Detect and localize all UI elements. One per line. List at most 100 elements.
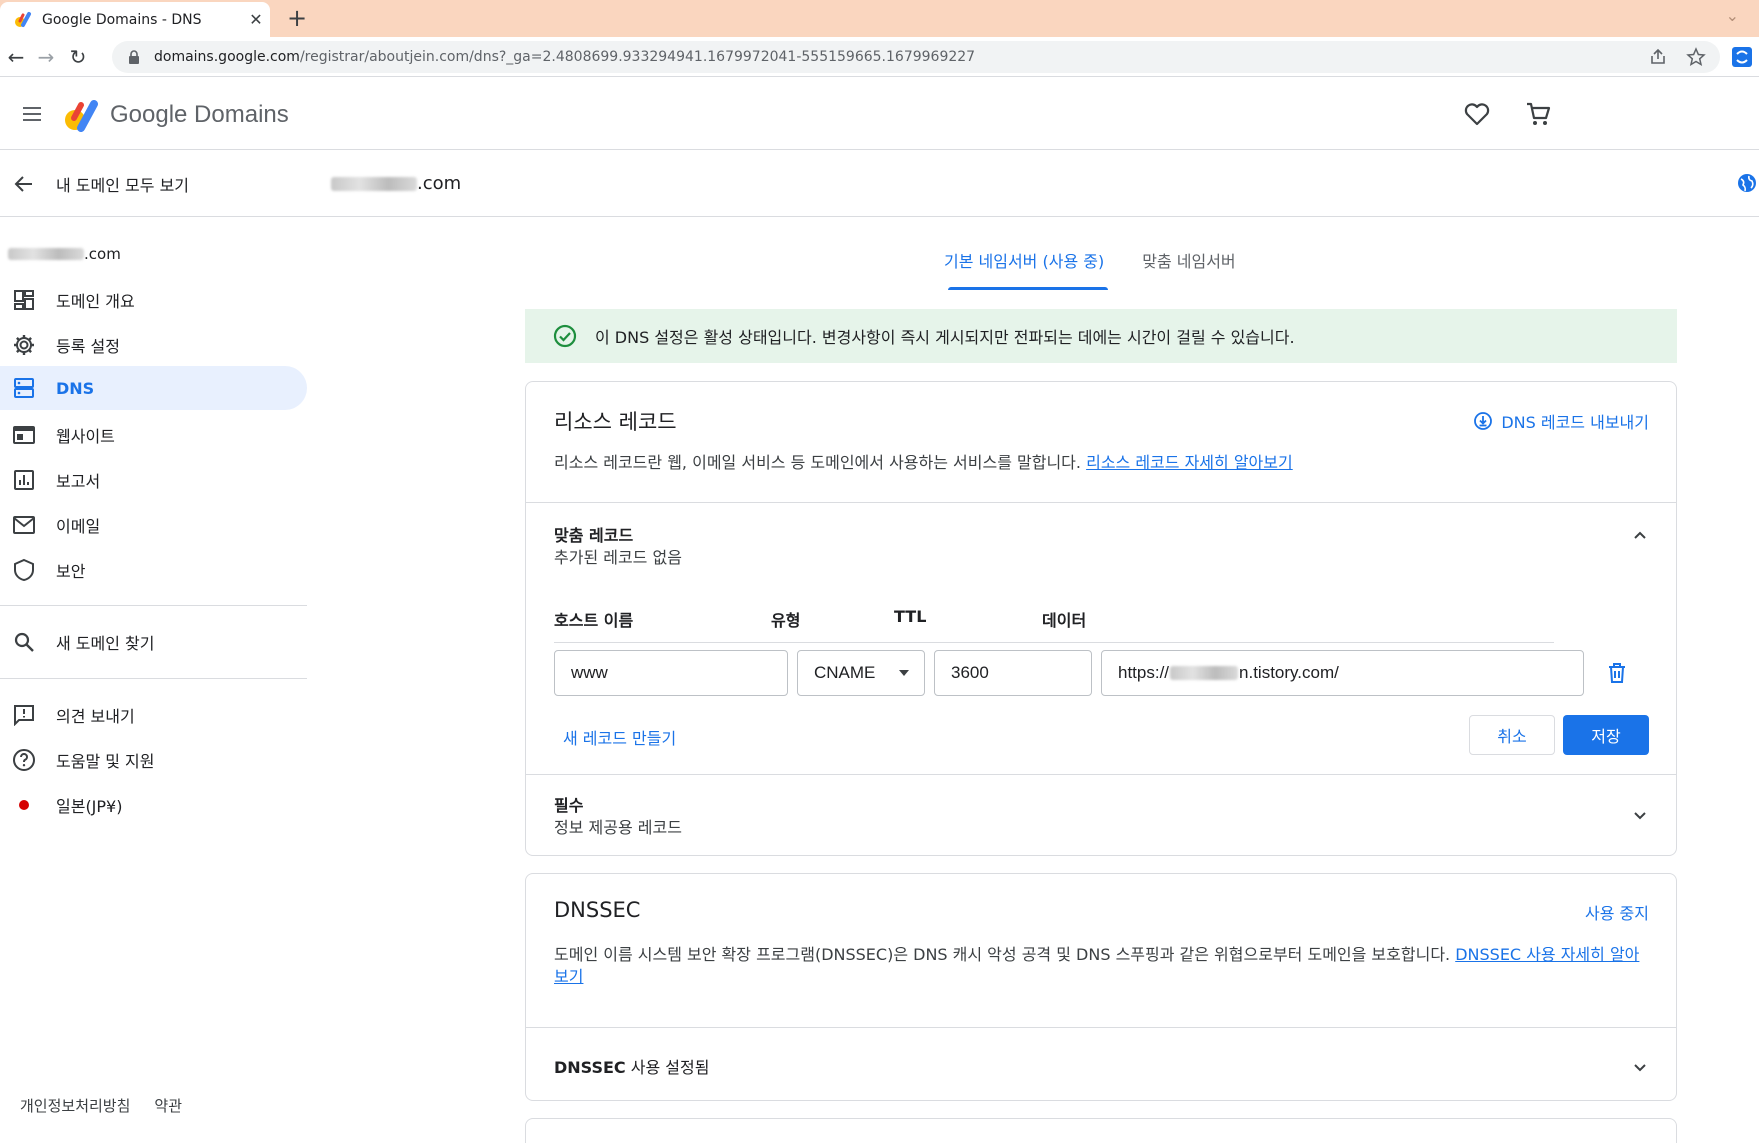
japan-flag-icon <box>12 793 36 817</box>
reload-icon[interactable]: ↻ <box>66 45 90 69</box>
header-divider <box>554 642 1554 643</box>
address-bar[interactable]: domains.google.com/registrar/aboutjein.c… <box>112 41 1720 73</box>
redacted-data-blur <box>1170 666 1239 680</box>
custom-records-title: 맞춤 레코드 <box>554 526 634 545</box>
back-arrow-icon <box>14 175 32 192</box>
google-domains-logo[interactable]: Google Domains <box>64 98 289 132</box>
sidebar: 내 도메인 모두 보기 .com 도메인 개요 등록 설정 DNS 웹사이트 보… <box>0 151 307 1143</box>
search-icon <box>12 630 36 654</box>
trash-icon[interactable] <box>1604 660 1630 686</box>
privacy-link[interactable]: 개인정보처리방침 <box>20 1095 130 1116</box>
host-name-input[interactable]: www <box>554 650 788 696</box>
tab-default-nameservers[interactable]: 기본 네임서버 (사용 중) <box>940 248 1109 290</box>
dnssec-title: DNSSEC <box>554 898 641 922</box>
url-text: domains.google.com/registrar/aboutjein.c… <box>154 49 975 65</box>
sidebar-item-region[interactable]: 일본(JP¥) <box>0 783 307 827</box>
dns-active-banner: 이 DNS 설정은 활성 상태입니다. 변경사항이 즉시 게시되지만 전파되는 … <box>525 309 1677 363</box>
save-button[interactable]: 저장 <box>1563 715 1649 755</box>
heart-icon[interactable] <box>1463 100 1491 128</box>
chart-icon <box>12 468 36 492</box>
create-new-record-button[interactable]: 새 레코드 만들기 <box>563 725 676 749</box>
nameserver-tabs: 기본 네임서버 (사용 중) 맞춤 네임서버 <box>940 248 1240 290</box>
bookmark-star-icon[interactable] <box>1686 47 1706 67</box>
export-label: DNS 레코드 내보내기 <box>1501 413 1649 432</box>
export-dns-records-button[interactable]: DNS 레코드 내보내기 <box>1473 409 1649 433</box>
domain-bar: .com <box>307 151 1759 217</box>
sidebar-divider <box>0 605 307 606</box>
record-type-select[interactable]: CNAME <box>797 650 925 696</box>
dnssec-description-text: 도메인 이름 시스템 보안 확장 프로그램(DNSSEC)은 DNS 캐시 악성… <box>554 945 1451 964</box>
back-to-all-domains[interactable]: 내 도메인 모두 보기 <box>0 151 307 217</box>
hamburger-menu-icon[interactable] <box>20 102 44 126</box>
browser-toolbar: ← → ↻ domains.google.com/registrar/about… <box>0 37 1759 77</box>
tab-custom-nameservers[interactable]: 맞춤 네임서버 <box>1138 248 1239 290</box>
forward-arrow-icon[interactable]: → <box>34 45 58 69</box>
redacted-domain-blur <box>8 248 84 260</box>
sidebar-item-website[interactable]: 웹사이트 <box>0 413 307 457</box>
sidebar-item-help[interactable]: 도움말 및 지원 <box>0 738 307 782</box>
shield-icon <box>12 558 36 582</box>
dashboard-icon <box>12 288 36 312</box>
app-header: Google Domains <box>0 78 1759 150</box>
card-divider <box>526 502 1676 503</box>
url-host: domains.google.com <box>154 49 300 65</box>
domain-suffix: .com <box>417 173 462 194</box>
sidebar-item-registration[interactable]: 등록 설정 <box>0 323 307 367</box>
sidebar-item-email[interactable]: 이메일 <box>0 503 307 547</box>
sidebar-item-feedback[interactable]: 의견 보내기 <box>0 693 307 737</box>
close-tab-icon[interactable]: ✕ <box>242 10 270 29</box>
extension-icon[interactable] <box>1731 46 1753 68</box>
cancel-button[interactable]: 취소 <box>1469 715 1555 755</box>
sidebar-domain-name: .com <box>8 245 121 263</box>
sidebar-item-find-domain[interactable]: 새 도메인 찾기 <box>0 620 307 664</box>
chevron-up-icon[interactable] <box>1630 525 1650 545</box>
sidebar-item-reports[interactable]: 보고서 <box>0 458 307 502</box>
mail-icon <box>12 513 36 537</box>
check-circle-icon <box>553 324 577 348</box>
banner-message: 이 DNS 설정은 활성 상태입니다. 변경사항이 즉시 게시되지만 전파되는 … <box>595 328 1295 347</box>
disable-dnssec-button[interactable]: 사용 중지 <box>1585 900 1649 924</box>
column-ttl: TTL <box>894 607 927 626</box>
dnssec-description: 도메인 이름 시스템 보안 확장 프로그램(DNSSEC)은 DNS 캐시 악성… <box>554 944 1654 988</box>
column-host: 호스트 이름 <box>554 611 634 630</box>
browser-tab[interactable]: Google Domains - DNS ✕ <box>0 2 270 37</box>
cart-icon[interactable] <box>1524 100 1552 128</box>
gear-icon <box>12 333 36 357</box>
download-icon <box>1474 412 1493 430</box>
share-icon[interactable] <box>1648 47 1668 67</box>
lock-icon <box>129 50 139 64</box>
dnssec-status: DNSSEC 사용 설정됨 <box>554 1054 709 1078</box>
logo-text: Google Domains <box>110 101 289 128</box>
dnssec-card: DNSSEC 사용 중지 도메인 이름 시스템 보안 확장 프로그램(DNSSE… <box>525 873 1677 1101</box>
sidebar-item-label: 이메일 <box>56 517 101 536</box>
learn-more-resource-records-link[interactable]: 리소스 레코드 자세히 알아보기 <box>1086 453 1293 472</box>
custom-records-subtitle: 추가된 레코드 없음 <box>554 548 682 567</box>
browser-tab-bar: Google Domains - DNS ✕ + ⌄ <box>0 0 1759 37</box>
column-data: 데이터 <box>1042 611 1087 630</box>
back-arrow-icon[interactable]: ← <box>4 45 28 69</box>
new-tab-icon[interactable]: + <box>284 4 310 32</box>
card-divider <box>526 1027 1676 1028</box>
dnssec-status-suffix: 사용 설정됨 <box>630 1058 710 1077</box>
record-data-input[interactable]: https:// n.tistory.com/ <box>1101 650 1584 696</box>
sidebar-item-label: 도메인 개요 <box>56 292 135 311</box>
terms-link[interactable]: 약관 <box>154 1095 182 1116</box>
sidebar-item-dns[interactable]: DNS <box>0 366 307 410</box>
ttl-input[interactable]: 3600 <box>934 650 1092 696</box>
ttl-value: 3600 <box>951 663 989 682</box>
sidebar-item-label: 일본(JP¥) <box>56 797 123 816</box>
required-records-subtitle: 정보 제공용 레코드 <box>554 818 682 837</box>
back-label: 내 도메인 모두 보기 <box>56 175 190 195</box>
sidebar-item-overview[interactable]: 도메인 개요 <box>0 278 307 322</box>
sidebar-item-label: 의견 보내기 <box>56 707 135 726</box>
column-type: 유형 <box>771 611 801 630</box>
card-divider <box>526 774 1676 775</box>
feedback-icon <box>12 703 36 727</box>
globe-icon[interactable] <box>1737 173 1757 193</box>
chevron-down-icon[interactable] <box>1630 805 1650 825</box>
host-name-value: www <box>571 663 608 682</box>
next-card <box>525 1118 1677 1143</box>
sidebar-item-security[interactable]: 보안 <box>0 548 307 592</box>
tab-search-icon[interactable]: ⌄ <box>1726 6 1739 25</box>
chevron-down-icon[interactable] <box>1630 1057 1650 1077</box>
